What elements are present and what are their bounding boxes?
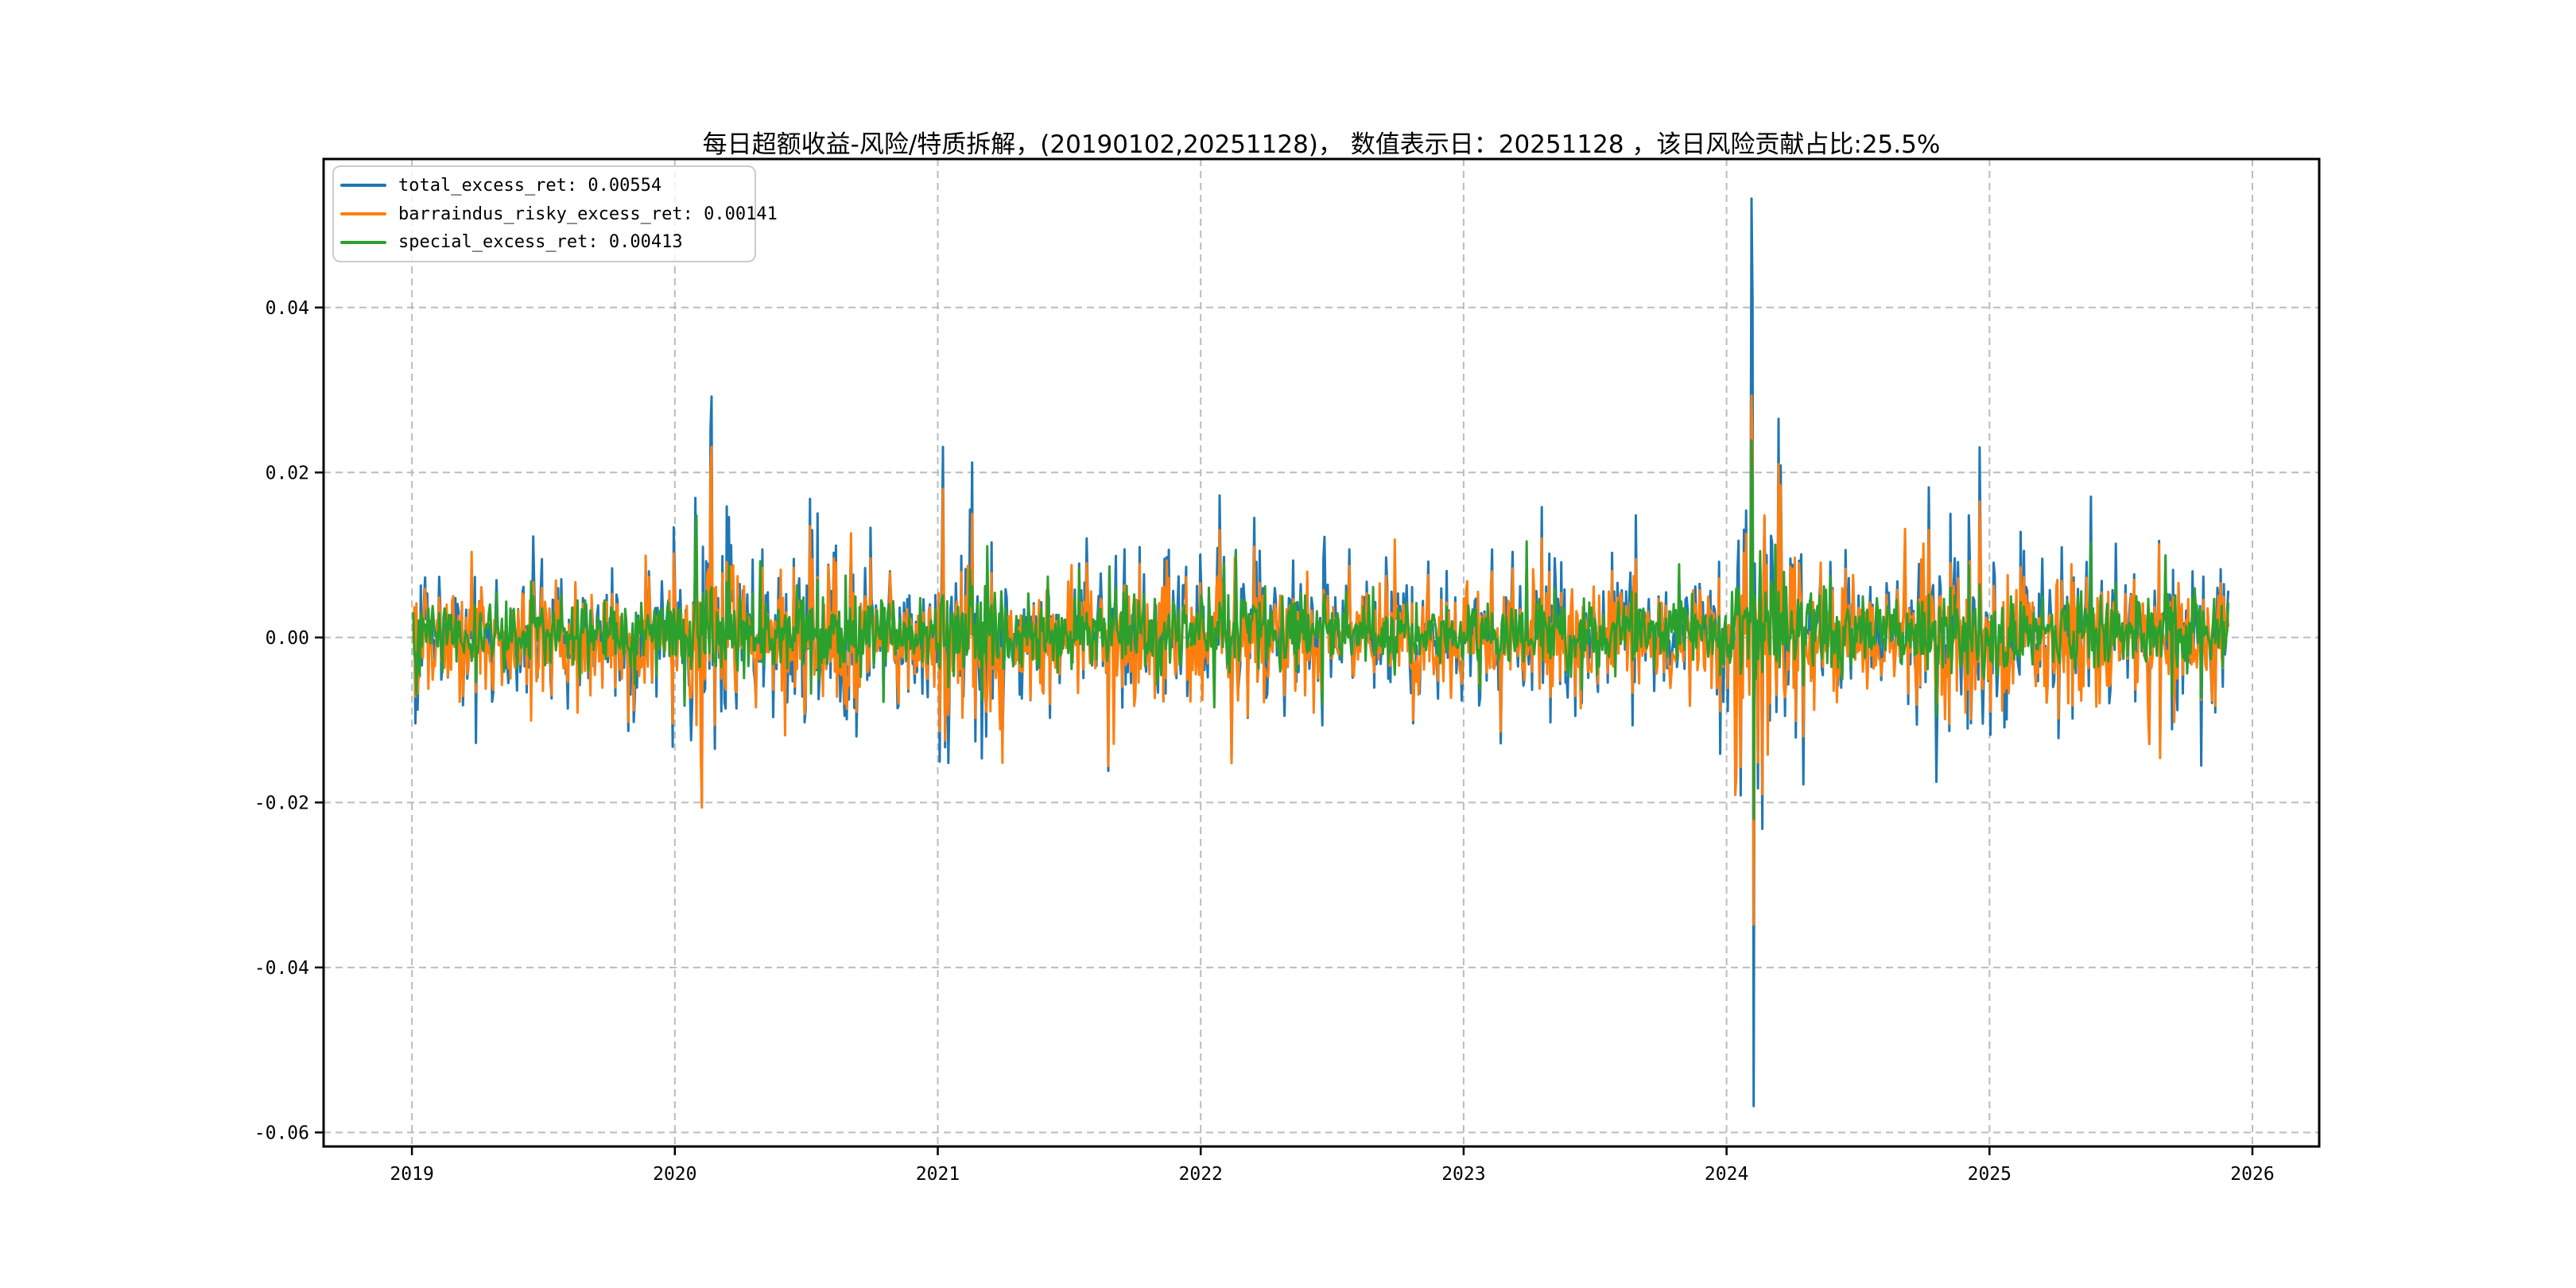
y-tick-label: 0.00 (266, 628, 309, 649)
y-tick-label: -0.06 (254, 1123, 309, 1143)
legend-item-risky: barraindus_risky_excess_ret: 0.00141 (340, 204, 778, 224)
legend-item-total: total_excess_ret: 0.00554 (340, 176, 755, 196)
legend-item-special: special_excess_ret: 0.00413 (340, 232, 755, 252)
legend-line-icon (340, 240, 386, 244)
x-tick-label: 2020 (653, 1164, 696, 1185)
figure: 每日超额收益-风险/特质拆解，(20190102,20251128)， 数值表示… (0, 0, 2576, 1288)
legend-line-icon (340, 184, 386, 188)
legend-label-total: total_excess_ret: 0.00554 (398, 175, 662, 196)
legend-label-special: special_excess_ret: 0.00413 (398, 232, 683, 253)
y-tick-label: -0.04 (254, 958, 309, 979)
x-tick-label: 2022 (1179, 1164, 1223, 1185)
x-tick-label: 2024 (1705, 1164, 1748, 1185)
legend-line-icon (340, 212, 386, 215)
x-tick-label: 2021 (916, 1164, 960, 1185)
x-tick-label: 2023 (1441, 1164, 1485, 1185)
y-tick-label: -0.02 (254, 793, 309, 813)
legend-label-risky: barraindus_risky_excess_ret: 0.00141 (398, 204, 778, 224)
x-tick-label: 2025 (1968, 1164, 2012, 1185)
legend: total_excess_ret: 0.00554 barraindus_ris… (332, 165, 778, 262)
x-tick-label: 2026 (2230, 1164, 2274, 1185)
y-tick-label: 0.04 (266, 298, 309, 319)
y-tick-label: 0.02 (266, 463, 309, 483)
x-tick-label: 2019 (390, 1164, 433, 1185)
